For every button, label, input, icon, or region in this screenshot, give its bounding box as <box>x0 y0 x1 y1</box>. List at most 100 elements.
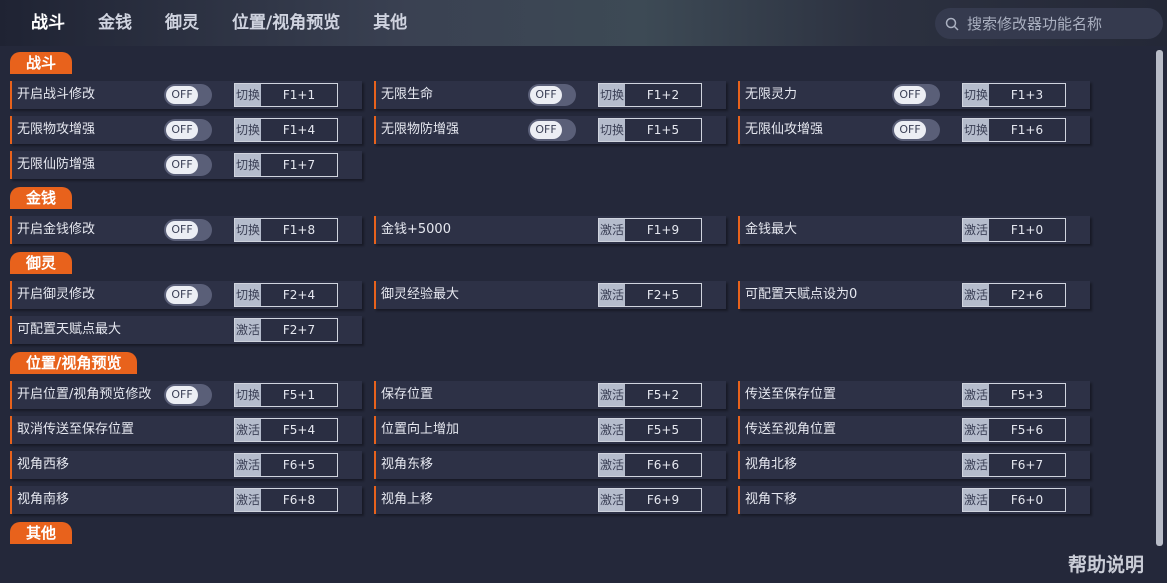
toggle-switch[interactable]: OFF <box>528 119 576 141</box>
cheat-row: 可配置天赋点设为0 激活 F2+6 <box>738 281 1090 309</box>
hotkey-key: F5+6 <box>1010 423 1044 437</box>
hotkey-box[interactable]: 激活 F5+2 <box>598 383 702 407</box>
hotkey-box[interactable]: 激活 F5+3 <box>962 383 1066 407</box>
hotkey-box[interactable]: 切换 F1+7 <box>234 153 338 177</box>
search-box[interactable] <box>935 8 1163 39</box>
tab-combat[interactable]: 战斗 <box>31 10 65 36</box>
toggle-state-label: OFF <box>894 86 926 104</box>
toggle-switch[interactable]: OFF <box>164 284 212 306</box>
cheat-row: 视角南移 激活 F6+8 <box>10 486 362 514</box>
cheat-row: 无限灵力 OFF 切换 F1+3 <box>738 81 1090 109</box>
hotkey-type-label: 激活 <box>963 284 989 306</box>
hotkey-type-label: 激活 <box>599 219 625 241</box>
hotkey-type-label: 激活 <box>599 284 625 306</box>
hotkey-key: F1+3 <box>1010 88 1044 102</box>
hotkey-type-label: 激活 <box>599 489 625 511</box>
hotkey-type-label: 切换 <box>235 384 261 406</box>
help-button[interactable]: 帮助说明 <box>1068 550 1144 577</box>
hotkey-box[interactable]: 激活 F1+9 <box>598 218 702 242</box>
hotkey-box[interactable]: 激活 F5+5 <box>598 418 702 442</box>
toggle-switch[interactable]: OFF <box>164 119 212 141</box>
toggle-state-label: OFF <box>166 86 198 104</box>
hotkey-box[interactable]: 切换 F5+1 <box>234 383 338 407</box>
toggle-state-label: OFF <box>166 121 198 139</box>
cheat-row: 传送至保存位置 激活 F5+3 <box>738 381 1090 409</box>
cheat-label: 无限物防增强 <box>381 122 460 137</box>
toggle-switch[interactable]: OFF <box>164 384 212 406</box>
toggle-switch[interactable]: OFF <box>164 154 212 176</box>
hotkey-type-label: 切换 <box>235 154 261 176</box>
toggle-switch[interactable]: OFF <box>164 84 212 106</box>
hotkey-key: F1+8 <box>282 223 316 237</box>
hotkey-type-label: 激活 <box>235 489 261 511</box>
cheat-row: 无限仙防增强 OFF 切换 F1+7 <box>10 151 362 179</box>
tab-position-view[interactable]: 位置/视角预览 <box>232 10 340 36</box>
hotkey-box[interactable]: 切换 F2+4 <box>234 283 338 307</box>
hotkey-box[interactable]: 激活 F5+6 <box>962 418 1066 442</box>
toggle-switch[interactable]: OFF <box>892 84 940 106</box>
hotkey-type-label: 激活 <box>963 219 989 241</box>
hotkey-box[interactable]: 激活 F6+9 <box>598 488 702 512</box>
hotkey-type-label: 激活 <box>599 454 625 476</box>
hotkey-type-label: 激活 <box>599 384 625 406</box>
hotkey-key: F1+4 <box>282 123 316 137</box>
hotkey-key: F6+8 <box>282 493 316 507</box>
hotkey-type-label: 激活 <box>963 454 989 476</box>
toggle-switch[interactable]: OFF <box>892 119 940 141</box>
hotkey-key: F6+0 <box>1010 493 1044 507</box>
hotkey-box[interactable]: 激活 F6+0 <box>962 488 1066 512</box>
cheat-row: 开启御灵修改 OFF 切换 F2+4 <box>10 281 362 309</box>
hotkey-box[interactable]: 激活 F2+7 <box>234 318 338 342</box>
hotkey-box[interactable]: 切换 F1+8 <box>234 218 338 242</box>
search-input[interactable] <box>965 13 1159 34</box>
search-icon <box>945 17 959 31</box>
cheat-label: 视角东移 <box>381 457 434 472</box>
cheat-row: 开启战斗修改 OFF 切换 F1+1 <box>10 81 362 109</box>
cheat-label: 无限物攻增强 <box>17 122 96 137</box>
hotkey-box[interactable]: 激活 F2+5 <box>598 283 702 307</box>
hotkey-key: F5+4 <box>282 423 316 437</box>
cheat-row: 御灵经验最大 激活 F2+5 <box>374 281 726 309</box>
toggle-switch[interactable]: OFF <box>164 219 212 241</box>
section-header-position-view: 位置/视角预览 <box>10 352 138 374</box>
cheat-label: 可配置天赋点设为0 <box>745 287 858 302</box>
tab-money[interactable]: 金钱 <box>98 10 132 36</box>
cheat-label: 视角西移 <box>17 457 70 472</box>
cheat-label: 位置向上增加 <box>381 422 460 437</box>
hotkey-box[interactable]: 激活 F6+8 <box>234 488 338 512</box>
tab-other[interactable]: 其他 <box>373 10 407 36</box>
hotkey-box[interactable]: 切换 F1+5 <box>598 118 702 142</box>
hotkey-box[interactable]: 激活 F6+6 <box>598 453 702 477</box>
hotkey-key: F6+9 <box>646 493 680 507</box>
cheat-row: 无限仙攻增强 OFF 切换 F1+6 <box>738 116 1090 144</box>
toggle-state-label: OFF <box>166 286 198 304</box>
cheat-label: 开启位置/视角预览修改 <box>17 387 152 402</box>
hotkey-box[interactable]: 切换 F1+6 <box>962 118 1066 142</box>
hotkey-type-label: 切换 <box>235 119 261 141</box>
toggle-switch[interactable]: OFF <box>528 84 576 106</box>
hotkey-key: F1+7 <box>282 158 316 172</box>
tab-spirit[interactable]: 御灵 <box>165 10 199 36</box>
hotkey-box[interactable]: 切换 F1+2 <box>598 83 702 107</box>
hotkey-key: F1+2 <box>646 88 680 102</box>
hotkey-box[interactable]: 激活 F6+7 <box>962 453 1066 477</box>
hotkey-box[interactable]: 激活 F2+6 <box>962 283 1066 307</box>
cheat-row: 位置向上增加 激活 F5+5 <box>374 416 726 444</box>
hotkey-box[interactable]: 切换 F1+3 <box>962 83 1066 107</box>
scrollbar-thumb[interactable] <box>1156 50 1163 546</box>
toggle-state-label: OFF <box>530 86 562 104</box>
hotkey-key: F6+6 <box>646 458 680 472</box>
hotkey-box[interactable]: 切换 F1+4 <box>234 118 338 142</box>
hotkey-box[interactable]: 激活 F1+0 <box>962 218 1066 242</box>
hotkey-type-label: 切换 <box>235 219 261 241</box>
cheat-label: 金钱最大 <box>745 222 798 237</box>
hotkey-type-label: 激活 <box>599 419 625 441</box>
hotkey-box[interactable]: 激活 F5+4 <box>234 418 338 442</box>
cheat-row: 视角西移 激活 F6+5 <box>10 451 362 479</box>
hotkey-box[interactable]: 激活 F6+5 <box>234 453 338 477</box>
cheat-label: 视角北移 <box>745 457 798 472</box>
hotkey-box[interactable]: 切换 F1+1 <box>234 83 338 107</box>
hotkey-key: F1+6 <box>1010 123 1044 137</box>
toggle-state-label: OFF <box>894 121 926 139</box>
hotkey-type-label: 激活 <box>963 489 989 511</box>
